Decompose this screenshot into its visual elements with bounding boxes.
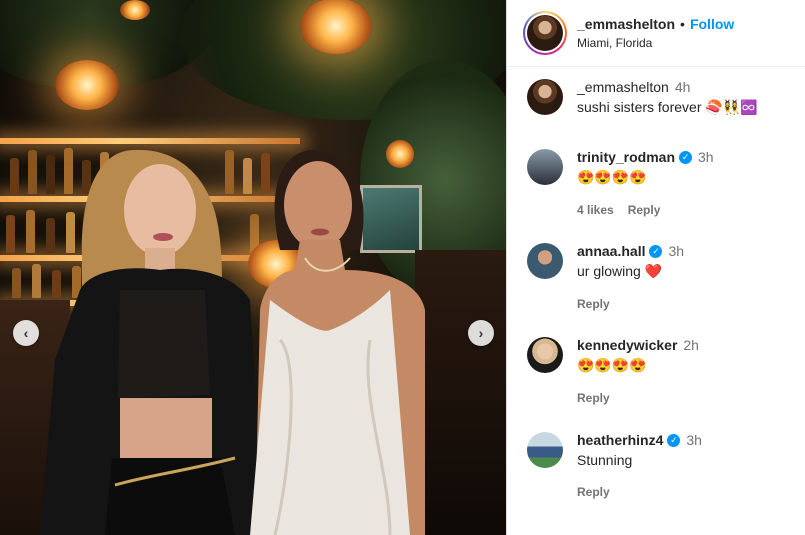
- verified-badge-icon: ✓: [649, 244, 663, 258]
- separator-dot: •: [680, 16, 685, 32]
- verified-badge-icon: ✓: [679, 150, 693, 164]
- avatar[interactable]: [527, 149, 563, 185]
- previous-image-button[interactable]: ‹: [13, 320, 39, 346]
- author-username[interactable]: _emmashelton: [577, 16, 675, 32]
- next-image-button[interactable]: ›: [468, 320, 494, 346]
- comment-text: 😍😍😍😍: [577, 357, 647, 373]
- avatar[interactable]: [527, 79, 563, 115]
- comment-likes[interactable]: 4 likes: [577, 203, 614, 217]
- caption: _emmashelton 4h sushi sisters forever 🍣👯…: [527, 79, 789, 149]
- comment-list: _emmashelton 4h sushi sisters forever 🍣👯…: [507, 67, 805, 512]
- comment-text: Stunning: [577, 452, 633, 468]
- chevron-right-icon: ›: [478, 325, 484, 341]
- chevron-left-icon: ‹: [23, 325, 29, 341]
- comment-item: trinity_rodman ✓ 3h 😍😍😍😍 4 likes Reply: [527, 149, 789, 243]
- post-location[interactable]: Miami, Florida: [577, 36, 734, 50]
- comment-text: ur glowing ❤️: [577, 263, 663, 279]
- caption-username[interactable]: _emmashelton: [577, 79, 669, 95]
- follow-button[interactable]: Follow: [690, 16, 734, 32]
- bottle: [6, 215, 15, 253]
- comment-username[interactable]: annaa.hall: [577, 243, 645, 259]
- comments-panel: _emmashelton • Follow Miami, Florida _em…: [506, 0, 805, 535]
- comment-username[interactable]: kennedywicker: [577, 337, 677, 353]
- verified-badge-icon: ✓: [667, 433, 681, 447]
- pendant-lamp: [55, 60, 119, 110]
- bottle: [10, 158, 19, 194]
- reply-button[interactable]: Reply: [628, 203, 661, 217]
- avatar[interactable]: [527, 337, 563, 373]
- comment-time[interactable]: 3h: [668, 243, 684, 259]
- reply-button[interactable]: Reply: [577, 391, 610, 405]
- reply-button[interactable]: Reply: [577, 485, 610, 499]
- caption-text: sushi sisters forever 🍣👯‍♀️♾️: [577, 99, 758, 115]
- avatar[interactable]: [527, 432, 563, 468]
- comment-time[interactable]: 3h: [686, 432, 702, 448]
- avatar[interactable]: [527, 243, 563, 279]
- comment-username[interactable]: heatherhinz4: [577, 432, 663, 448]
- person-right: [250, 150, 425, 535]
- comment-username[interactable]: trinity_rodman: [577, 149, 675, 165]
- post-header: _emmashelton • Follow Miami, Florida: [507, 0, 805, 67]
- author-avatar-ring[interactable]: [523, 11, 567, 55]
- person-left: [40, 149, 265, 535]
- comment-time[interactable]: 3h: [698, 149, 714, 165]
- comment-time[interactable]: 2h: [683, 337, 699, 353]
- caption-time[interactable]: 4h: [675, 79, 691, 95]
- author-avatar: [527, 15, 563, 51]
- pendant-lamp: [120, 0, 150, 20]
- pendant-lamp: [300, 0, 372, 54]
- comment-item: kennedywicker 2h 😍😍😍😍 Reply: [527, 337, 789, 432]
- post-photo[interactable]: ‹ ›: [0, 0, 506, 535]
- comment-text: 😍😍😍😍: [577, 169, 647, 185]
- comment-item: annaa.hall ✓ 3h ur glowing ❤️ Reply: [527, 243, 789, 337]
- reply-button[interactable]: Reply: [577, 297, 610, 311]
- comment-item: heatherhinz4 ✓ 3h Stunning Reply: [527, 432, 789, 512]
